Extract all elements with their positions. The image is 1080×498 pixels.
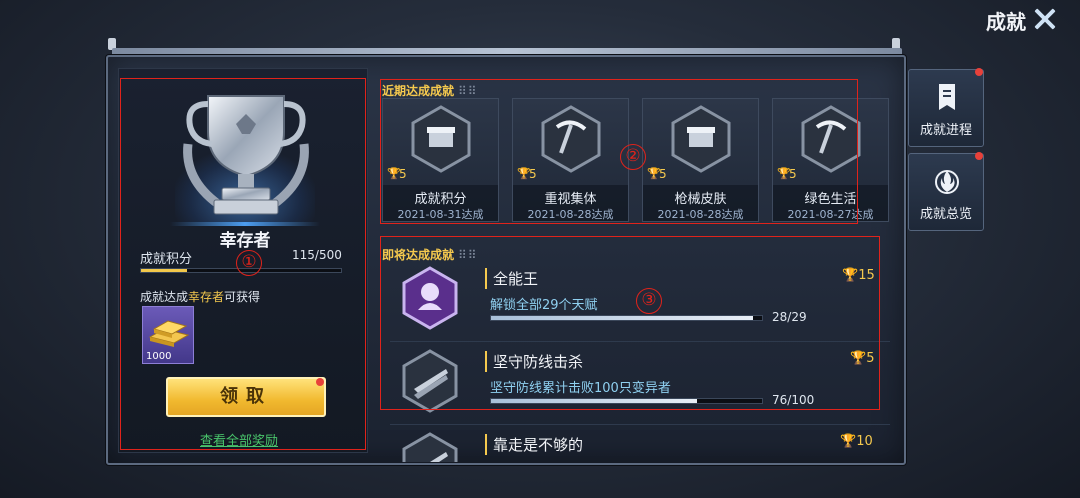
annotation-box-2 <box>380 79 858 224</box>
tab-achievement-overview[interactable]: 成就总览 <box>908 153 984 231</box>
trophy-small-icon: 🏆 <box>840 434 857 449</box>
annotation-number-1: ① <box>236 250 262 276</box>
annotation-number-2: ② <box>620 144 646 170</box>
rifle-icon <box>402 432 458 462</box>
annotation-box-3 <box>380 236 880 410</box>
tab-achievement-progress[interactable]: 成就进程 <box>908 69 984 147</box>
annotation-number-3: ③ <box>636 288 662 314</box>
upcoming-points-value: 10 <box>856 434 873 449</box>
flame-emblem-icon <box>935 170 959 194</box>
upcoming-points: 🏆10 <box>840 434 873 449</box>
side-tab-label: 成就进程 <box>919 123 972 138</box>
side-tab-label: 成就总览 <box>919 207 972 222</box>
notification-dot <box>975 68 983 76</box>
close-icon[interactable] <box>1030 4 1060 32</box>
notification-dot <box>975 152 983 160</box>
upcoming-name: 靠走是不够的 <box>485 434 583 455</box>
page-title: 成就 <box>986 10 1026 34</box>
scroll-icon <box>939 84 955 110</box>
upcoming-achievement-row[interactable]: 靠走是不够的 🏆10 <box>390 426 890 462</box>
